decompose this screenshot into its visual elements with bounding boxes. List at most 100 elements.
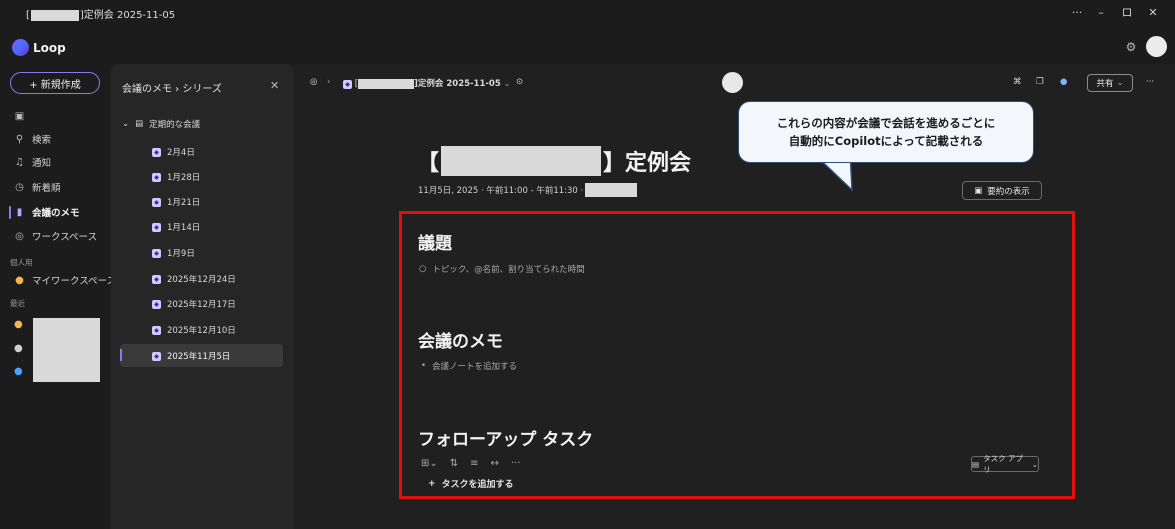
nav-my-workspace[interactable]: ● マイワークスペース (14, 271, 116, 289)
document-icon: ▤ (135, 119, 144, 129)
page-icon: ◆ (152, 351, 161, 361)
nav-label: 新着順 (32, 183, 61, 194)
nav-label: ワークスペース (32, 232, 98, 243)
tree-label: 定期的な会議 (149, 120, 201, 130)
tree-item[interactable]: ◆ 1月21日 (152, 195, 200, 209)
more-icon[interactable]: ··· (1146, 77, 1154, 87)
tree-item[interactable]: ◆ 1月14日 (152, 220, 200, 234)
tree-item[interactable]: ◆ 2025年12月17日 (152, 297, 236, 311)
bullet-icon: • (421, 361, 427, 371)
chevron-down-icon: ⌄ (1031, 459, 1038, 469)
nav-workspaces[interactable]: ◎ ワークスペース (14, 227, 97, 245)
page-icon: ◆ (152, 197, 161, 207)
nav-label: 通知 (32, 158, 52, 169)
recent-people-icon[interactable]: ● (14, 343, 26, 355)
callout-text: これらの内容が会議で会話を進めるごとに 自動的にCopilotによって記載される (776, 116, 996, 148)
nav-label: 会議のメモ (32, 208, 80, 219)
task-toolbar: ⊞⌄ ⇅ ≡ ↔ ··· (421, 458, 520, 469)
copilot-icon[interactable]: ● (1060, 77, 1067, 87)
close-window-button[interactable]: ✕ (1142, 5, 1164, 21)
recent-workspace-icon[interactable]: ● (14, 319, 26, 331)
section-personal: 個人用 (10, 258, 33, 267)
workspace-icon[interactable]: ◎ (310, 77, 317, 87)
emoji-icon: ● (15, 274, 24, 286)
app-bar (0, 28, 1175, 64)
tree-item[interactable]: ◆ 1月28日 (152, 170, 200, 184)
selected-marker (120, 349, 122, 361)
page-icon: ◆ (152, 222, 161, 232)
plus-icon: + (428, 478, 436, 489)
share-button[interactable]: 共有 ⌄ (1087, 74, 1133, 92)
task-icon: ▤ (972, 459, 980, 469)
agenda-placeholder[interactable]: ○ トピック、@名前、割り当てられた時間 (419, 263, 585, 275)
nav-toggle-sidebar[interactable]: ▣ (14, 107, 25, 125)
more-icon[interactable]: ··· (511, 458, 521, 469)
notes-heading[interactable]: 会議のメモ (418, 327, 503, 352)
page-icon: ◆ (152, 325, 161, 335)
summary-button[interactable]: ▣ 要約の表示 (962, 181, 1042, 200)
tree-item-selected[interactable]: ◆ 2025年11月5日 (152, 349, 230, 363)
shield-icon[interactable]: ⊙ (516, 77, 523, 87)
window-title: []定例会 2025-11-05 (26, 9, 176, 21)
new-button[interactable]: + 新規作成 (10, 72, 100, 94)
nav-meeting-notes[interactable]: ▮ 会議のメモ (14, 203, 80, 221)
maximize-button[interactable]: ロ (1116, 5, 1138, 21)
meeting-notes-icon: ▮ (16, 206, 23, 218)
sort-icon[interactable]: ⇅ (450, 458, 458, 469)
chevron-down-icon: ⌄ (1116, 78, 1124, 88)
tree-item[interactable]: ◆ 2月4日 (152, 145, 195, 159)
task-app-button[interactable]: ▤ タスク アプリ ⌄ (971, 454, 1039, 474)
redacted-block (33, 318, 100, 382)
app-name: Loop (33, 41, 66, 55)
active-indicator (9, 206, 11, 219)
minimize-button[interactable]: – (1090, 5, 1112, 21)
add-task-button[interactable]: + タスクを追加する (428, 477, 514, 491)
more-options-button[interactable]: ··· (1066, 5, 1088, 21)
redacted-block (585, 183, 638, 197)
apps-icon[interactable]: ⌘ (1013, 77, 1022, 87)
tree-item[interactable]: ◆ 1月9日 (152, 246, 195, 260)
page-icon: ◆ (343, 80, 352, 89)
nav-notifications[interactable]: ♫ 通知 (14, 153, 51, 171)
tree-item[interactable]: ◆ 2025年12月24日 (152, 272, 236, 286)
page-icon: ◆ (152, 172, 161, 182)
grid-icon[interactable]: ⊞⌄ (421, 458, 438, 469)
title-bar (0, 0, 1175, 28)
teams-icon: ▣ (974, 185, 983, 196)
nav-search[interactable]: ⚲ 検索 (14, 130, 51, 148)
sidebar-icon: ▣ (14, 110, 25, 122)
page-icon: ◆ (152, 248, 161, 258)
chevron-down-icon: ⌄ (503, 79, 511, 89)
tree-item[interactable]: ◆ 2025年12月10日 (152, 323, 236, 337)
page-icon: ◆ (152, 299, 161, 309)
meeting-meta: 11月5日, 2025 · 午前11:00 - 午前11:30 · (418, 183, 638, 197)
tasks-heading[interactable]: フォローアップ タスク (418, 425, 593, 450)
chevron-right-icon: › (327, 77, 331, 87)
bell-icon: ♫ (15, 156, 24, 168)
page-icon: ◆ (152, 147, 161, 157)
clock-icon: ◷ (15, 181, 24, 193)
agenda-heading[interactable]: 議題 (418, 229, 452, 254)
loop-logo-icon (12, 39, 29, 56)
notes-placeholder[interactable]: • 会議ノートを追加する (421, 360, 517, 372)
nav-label: マイワークスペース (32, 276, 117, 287)
redacted-block (441, 146, 602, 176)
redacted-block (30, 9, 79, 21)
page-breadcrumb[interactable]: ◆ []定例会 2025-11-05 ⌄ (343, 77, 511, 89)
tree-parent-recurring[interactable]: ⌄ ▤ 定期的な会議 (122, 118, 200, 130)
circle-icon: ○ (419, 264, 427, 274)
workspace-icon: ◎ (15, 230, 24, 242)
section-recent: 最近 (10, 299, 25, 308)
resize-icon[interactable]: ↔ (491, 458, 499, 469)
search-icon: ⚲ (15, 133, 24, 145)
close-panel-button[interactable]: ✕ (270, 79, 279, 92)
settings-icon[interactable]: ⚙ (1124, 40, 1138, 54)
globe-icon[interactable]: ● (14, 366, 26, 378)
filter-icon[interactable]: ≡ (470, 458, 478, 469)
user-avatar[interactable] (1146, 36, 1167, 57)
copy-icon[interactable]: ❐ (1036, 77, 1044, 87)
page-title[interactable]: 【】定例会 (417, 145, 691, 177)
nav-recent[interactable]: ◷ 新着順 (14, 178, 61, 196)
collaborator-avatar[interactable] (722, 72, 743, 93)
redacted-block (358, 78, 415, 89)
